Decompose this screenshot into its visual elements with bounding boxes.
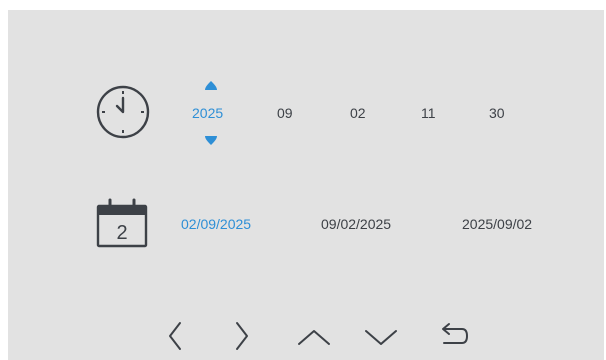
settings-panel: [8, 10, 604, 360]
calendar-icon-day: 2: [116, 222, 127, 244]
increment-arrow-icon[interactable]: [203, 80, 219, 92]
chevron-down-icon[interactable]: [363, 318, 399, 354]
minute-field[interactable]: 30: [489, 105, 505, 121]
hour-field[interactable]: 11: [421, 105, 436, 121]
chevron-left-icon[interactable]: [158, 318, 194, 354]
calendar-icon: 2: [96, 198, 148, 248]
month-field[interactable]: 09: [277, 105, 293, 121]
chevron-up-icon[interactable]: [296, 318, 332, 354]
day-field[interactable]: 02: [350, 105, 366, 121]
date-format-ymd[interactable]: 2025/09/02: [462, 216, 532, 232]
date-format-mdy[interactable]: 09/02/2025: [321, 216, 391, 232]
chevron-right-icon[interactable]: [224, 318, 260, 354]
date-format-dmy[interactable]: 02/09/2025: [181, 216, 251, 232]
year-field[interactable]: 2025: [192, 105, 223, 121]
decrement-arrow-icon[interactable]: [203, 134, 219, 146]
clock-icon: [96, 85, 150, 139]
back-icon[interactable]: [434, 318, 470, 354]
